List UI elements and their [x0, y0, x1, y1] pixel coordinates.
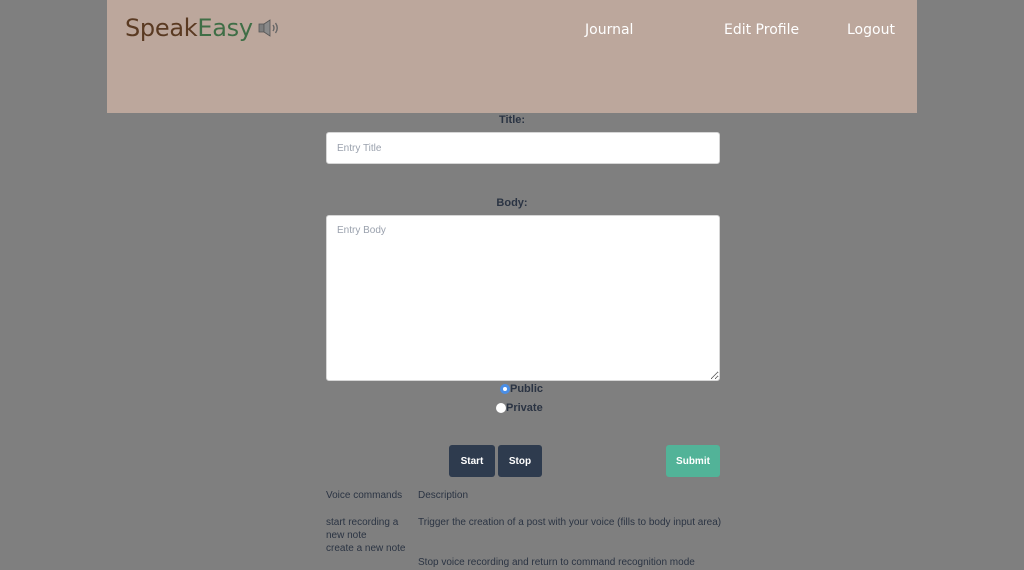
command-row-2-description: Stop voice recording and return to comma…	[418, 557, 695, 568]
private-radio-row[interactable]: Private	[496, 402, 543, 414]
nav-journal-link[interactable]: Journal	[585, 22, 633, 38]
public-radio[interactable]	[500, 384, 510, 394]
title-input[interactable]	[326, 132, 720, 164]
header-bar: Speak Easy Journal Edit Profile Logout	[107, 0, 917, 113]
command-row-1-description: Trigger the creation of a post with your…	[418, 517, 722, 528]
private-radio-label: Private	[506, 402, 543, 414]
private-radio[interactable]	[496, 403, 506, 413]
commands-header-command: Voice commands	[326, 490, 403, 501]
public-radio-row[interactable]: Public	[500, 383, 543, 395]
nav-logout-link[interactable]: Logout	[847, 22, 895, 38]
speaker-icon	[258, 18, 282, 38]
start-button[interactable]: Start	[449, 445, 495, 477]
brand-logo[interactable]: Speak Easy	[125, 14, 282, 42]
public-radio-label: Public	[510, 383, 544, 395]
body-textarea[interactable]	[326, 215, 720, 381]
submit-button[interactable]: Submit	[666, 445, 720, 477]
brand-easy-text: Easy	[197, 14, 253, 42]
body-label: Body:	[496, 197, 528, 209]
brand-speak-text: Speak	[125, 14, 198, 42]
command-row-1-command: start recording a new note create a new …	[326, 517, 406, 554]
title-label: Title:	[498, 114, 526, 126]
nav-edit-profile-link[interactable]: Edit Profile	[724, 22, 799, 38]
commands-header-description: Description	[418, 490, 469, 501]
stop-button[interactable]: Stop	[498, 445, 542, 477]
page: Speak Easy Journal Edit Profile Logout Ti…	[0, 0, 1024, 570]
